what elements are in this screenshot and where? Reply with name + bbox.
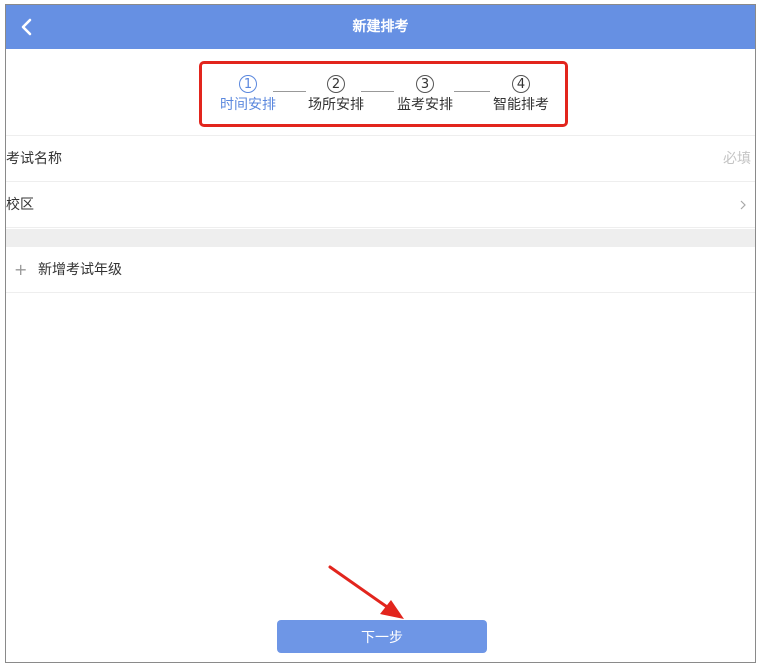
next-step-button[interactable]: 下一步 xyxy=(277,620,487,653)
add-exam-grade-button[interactable]: + 新增考试年级 xyxy=(6,247,755,293)
highlight-box xyxy=(199,61,568,127)
step-indicator: 1 时间安排 2 场所安排 3 监考安排 4 智能排考 xyxy=(6,49,755,136)
chevron-right-icon xyxy=(740,200,746,210)
exam-name-label: 考试名称 xyxy=(6,151,62,167)
exam-name-placeholder: 必填 xyxy=(723,151,751,167)
header-bar: 新建排考 xyxy=(6,5,755,49)
campus-label: 校区 xyxy=(6,197,34,213)
add-exam-grade-label: 新增考试年级 xyxy=(38,262,122,278)
exam-name-field[interactable]: 考试名称 必填 xyxy=(6,136,755,182)
app-frame: 新建排考 1 时间安排 2 场所安排 3 监考安排 4 智能排考 考试名称 必填… xyxy=(5,4,756,663)
page-title: 新建排考 xyxy=(352,19,409,35)
campus-select[interactable]: 校区 xyxy=(6,182,755,228)
annotation-arrow-icon xyxy=(328,565,404,619)
section-divider xyxy=(6,229,755,247)
plus-icon: + xyxy=(14,260,28,279)
